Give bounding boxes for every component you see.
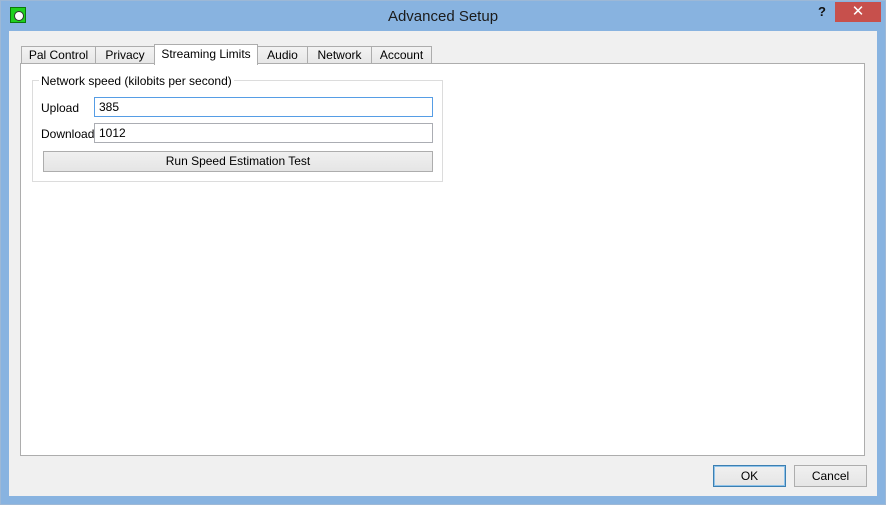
- tab-streaming-limits[interactable]: Streaming Limits: [154, 44, 258, 65]
- tab-audio[interactable]: Audio: [257, 46, 308, 64]
- title-bar[interactable]: Advanced Setup ? ✕: [1, 1, 885, 31]
- help-button[interactable]: ?: [809, 2, 835, 22]
- dialog-client-area: Pal Control Privacy Streaming Limits Aud…: [9, 31, 877, 496]
- cancel-button[interactable]: Cancel: [794, 465, 867, 487]
- tab-pal-control[interactable]: Pal Control: [21, 46, 96, 64]
- close-button[interactable]: ✕: [835, 2, 881, 22]
- streaming-limits-panel: Network speed (kilobits per second) Uplo…: [20, 63, 865, 456]
- tab-privacy[interactable]: Privacy: [95, 46, 155, 64]
- ok-button[interactable]: OK: [713, 465, 786, 487]
- tab-account[interactable]: Account: [371, 46, 432, 64]
- window-title: Advanced Setup: [387, 8, 499, 25]
- tab-network[interactable]: Network: [307, 46, 372, 64]
- network-speed-group: Network speed (kilobits per second) Uplo…: [32, 74, 443, 182]
- upload-label: Upload: [41, 101, 80, 115]
- network-speed-group-title: Network speed (kilobits per second): [39, 74, 234, 88]
- run-speed-test-button[interactable]: Run Speed Estimation Test: [43, 151, 433, 172]
- dialog-window: Advanced Setup ? ✕ Pal Control Privacy S…: [0, 0, 886, 505]
- download-field[interactable]: 1012: [94, 123, 433, 143]
- download-label: Download: [41, 127, 95, 141]
- upload-field[interactable]: 385: [94, 97, 433, 117]
